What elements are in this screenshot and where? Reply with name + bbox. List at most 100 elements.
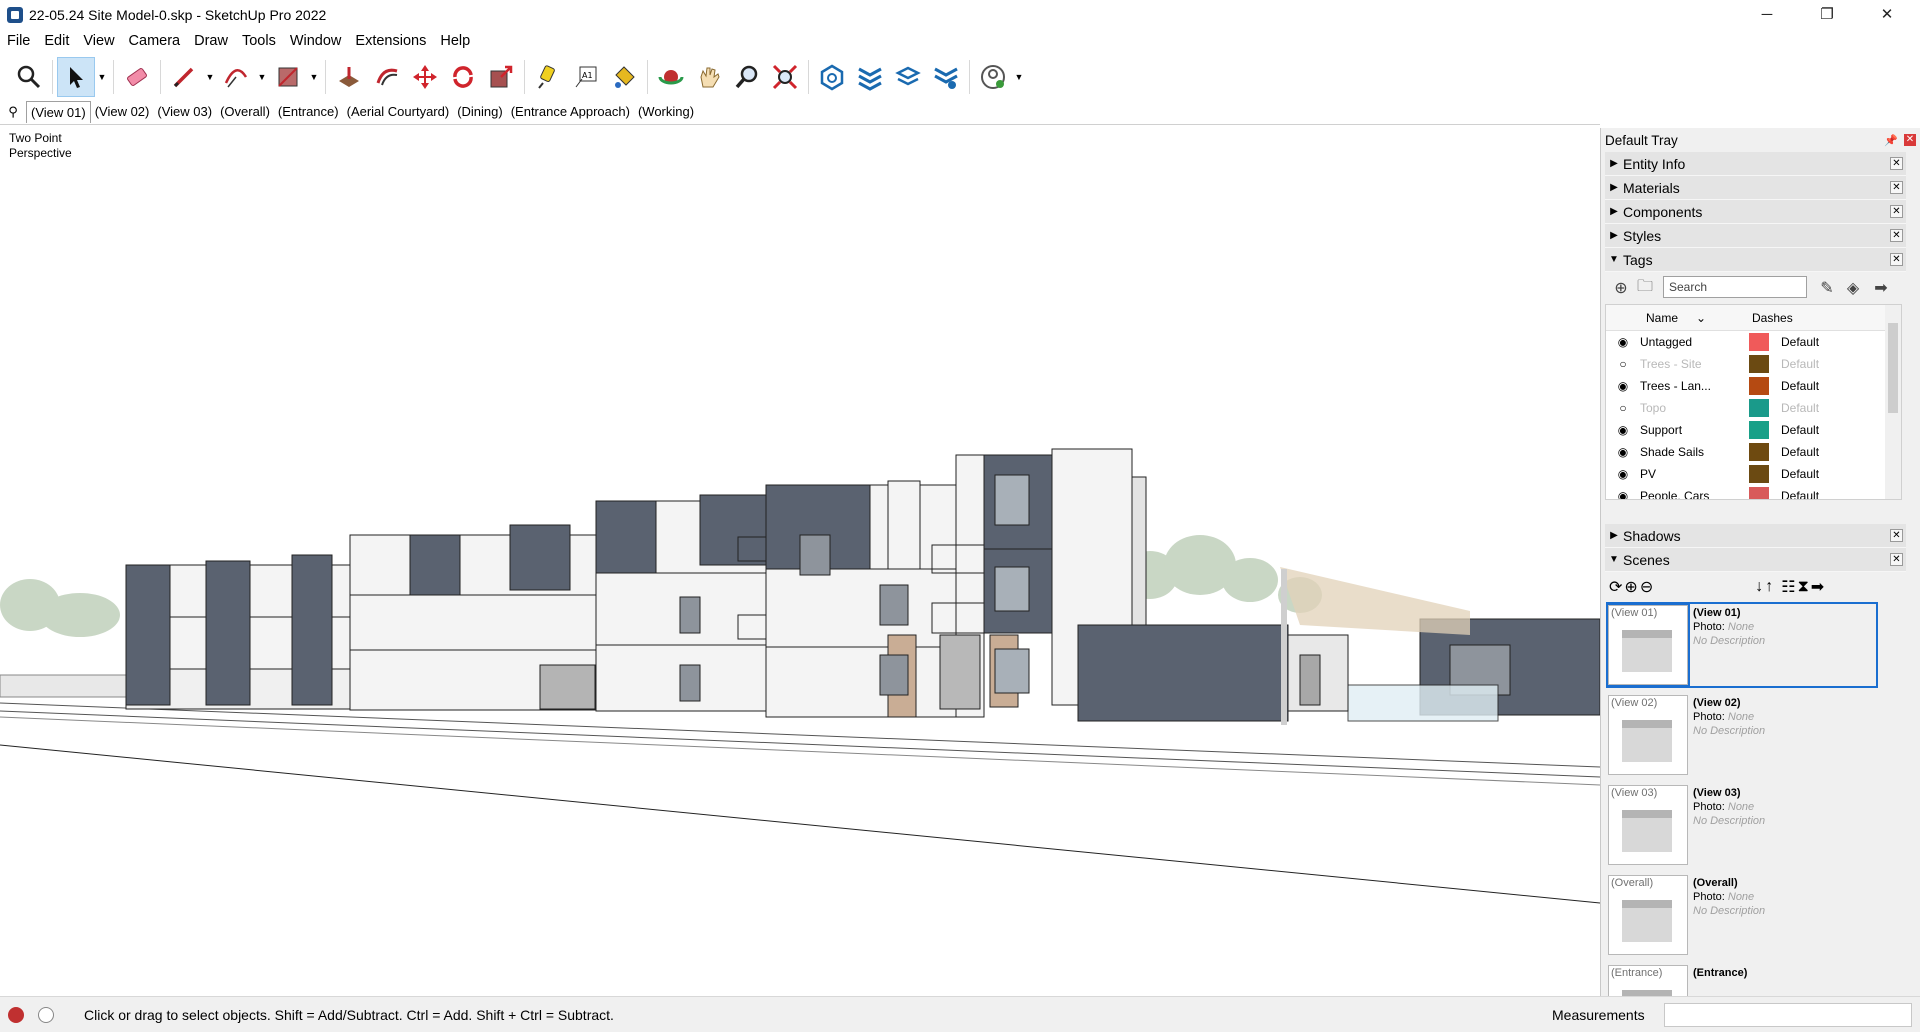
stack-icon[interactable]: [889, 57, 927, 97]
minimize-button[interactable]: ─: [1744, 0, 1790, 30]
move-scene-down-icon[interactable]: ↓: [1755, 578, 1763, 596]
zoom-icon[interactable]: [728, 57, 766, 97]
profile-icon[interactable]: [974, 57, 1012, 97]
scene-item[interactable]: (Entrance) (Entrance): [1605, 962, 1920, 996]
rectangle-icon[interactable]: [269, 57, 307, 97]
tags-search-input[interactable]: Search: [1663, 276, 1807, 298]
scene-search-icon[interactable]: ⚲: [0, 104, 26, 120]
select-tool-icon[interactable]: [57, 57, 95, 97]
tag-dash[interactable]: Default: [1781, 335, 1819, 349]
pan-hand-icon[interactable]: [690, 57, 728, 97]
tag-row[interactable]: ◉ Untagged Default: [1606, 331, 1901, 353]
arc-icon[interactable]: [217, 57, 255, 97]
menu-file[interactable]: File: [0, 33, 37, 49]
eye-visible-icon[interactable]: ◉: [1606, 379, 1640, 393]
tag-color-swatch[interactable]: [1749, 443, 1769, 461]
tag-row[interactable]: ○ Trees - Site Default: [1606, 353, 1901, 375]
scene-item[interactable]: (View 03) (View 03) Photo: None No Descript…: [1605, 782, 1920, 872]
tags-col-dashes[interactable]: Dashes: [1752, 311, 1793, 325]
menu-window[interactable]: Window: [283, 33, 349, 49]
layers-icon[interactable]: [851, 57, 889, 97]
menu-camera[interactable]: Camera: [122, 33, 188, 49]
scene-tab-view-03[interactable]: (View 03): [153, 101, 216, 123]
refresh-scene-icon[interactable]: ⟳: [1609, 577, 1622, 597]
eye-visible-icon[interactable]: ◉: [1606, 445, 1640, 459]
move-scene-up-icon[interactable]: ↑: [1765, 578, 1773, 596]
search-icon[interactable]: [10, 57, 48, 97]
add-scene-icon[interactable]: ⊕: [1624, 577, 1637, 597]
add-tag-icon[interactable]: ⊕: [1609, 276, 1633, 300]
panel-close-icon[interactable]: ✕: [1890, 529, 1903, 542]
panel-close-icon[interactable]: ✕: [1890, 157, 1903, 170]
menu-view[interactable]: View: [76, 33, 121, 49]
scene-thumbnail[interactable]: (View 03): [1608, 785, 1688, 865]
scene-tab-dining[interactable]: (Dining): [453, 101, 507, 123]
tape-measure-icon[interactable]: [529, 57, 567, 97]
menu-extensions[interactable]: Extensions: [348, 33, 433, 49]
eye-visible-icon[interactable]: ◉: [1606, 335, 1640, 349]
menu-help[interactable]: Help: [433, 33, 477, 49]
panel-close-icon[interactable]: ✕: [1890, 553, 1903, 566]
offset-icon[interactable]: [368, 57, 406, 97]
scene-tab-working[interactable]: (Working): [634, 101, 698, 123]
scene-tab-overall[interactable]: (Overall): [216, 101, 274, 123]
eye-visible-icon[interactable]: ◉: [1606, 423, 1640, 437]
scene-thumbnail[interactable]: (View 01): [1606, 603, 1690, 687]
tag-color-swatch[interactable]: [1749, 487, 1769, 499]
move-icon[interactable]: [406, 57, 444, 97]
tag-color-swatch[interactable]: [1749, 355, 1769, 373]
panel-close-icon[interactable]: ✕: [1890, 181, 1903, 194]
tag-row[interactable]: ◉ People, Cars Default: [1606, 485, 1901, 499]
pin-icon[interactable]: 📌: [1884, 134, 1898, 147]
panel-scenes[interactable]: ▼ Scenes ✕: [1605, 548, 1906, 572]
scene-thumbnail[interactable]: (Overall): [1608, 875, 1688, 955]
model-viewport[interactable]: Two Point Perspective: [0, 124, 1600, 996]
tag-dash[interactable]: Default: [1781, 379, 1819, 393]
remove-scene-icon[interactable]: ⊖: [1640, 577, 1653, 597]
panel-tags[interactable]: ▼ Tags ✕: [1605, 248, 1906, 272]
eye-visible-icon[interactable]: ◉: [1606, 467, 1640, 481]
component-icon[interactable]: [813, 57, 851, 97]
panel-styles[interactable]: ▶ Styles ✕: [1605, 224, 1906, 248]
tag-tool-icon[interactable]: ✎: [1815, 276, 1839, 300]
scene-filter-icon[interactable]: ⧗: [1798, 578, 1809, 596]
pencil-icon[interactable]: [165, 57, 203, 97]
scene-tab-view-02[interactable]: (View 02): [91, 101, 154, 123]
panel-components[interactable]: ▶ Components ✕: [1605, 200, 1906, 224]
tag-dash[interactable]: Default: [1781, 401, 1819, 415]
panel-close-icon[interactable]: ✕: [1890, 253, 1903, 266]
scene-thumbnail[interactable]: (Entrance): [1608, 965, 1688, 996]
sort-chevron-icon[interactable]: ⌄: [1696, 311, 1726, 325]
tag-dash[interactable]: Default: [1781, 445, 1819, 459]
tag-color-swatch[interactable]: [1749, 421, 1769, 439]
tray-close-icon[interactable]: ✕: [1904, 134, 1916, 146]
pencil-dropdown-icon[interactable]: ▼: [203, 57, 217, 97]
scene-thumbnail[interactable]: (View 02): [1608, 695, 1688, 775]
tag-dash[interactable]: Default: [1781, 357, 1819, 371]
eraser-icon[interactable]: [118, 57, 156, 97]
color-by-tag-icon[interactable]: ◈: [1841, 276, 1865, 300]
tag-row[interactable]: ○ Topo Default: [1606, 397, 1901, 419]
scale-icon[interactable]: [482, 57, 520, 97]
menu-tools[interactable]: Tools: [235, 33, 283, 49]
tags-scrollbar[interactable]: [1885, 305, 1901, 499]
rectangle-dropdown-icon[interactable]: ▼: [307, 57, 321, 97]
scene-details-arrow-icon[interactable]: ➡: [1811, 577, 1824, 597]
panel-close-icon[interactable]: ✕: [1890, 205, 1903, 218]
tags-col-name[interactable]: Name: [1646, 311, 1696, 325]
scene-tab-view-01[interactable]: (View 01): [26, 101, 91, 123]
settings-gear-icon[interactable]: [927, 57, 965, 97]
panel-entity-info[interactable]: ▶ Entity Info ✕: [1605, 152, 1906, 176]
eye-hidden-icon[interactable]: ○: [1606, 357, 1640, 371]
scene-item[interactable]: (View 02) (View 02) Photo: None No Descript…: [1605, 692, 1920, 782]
profile-dropdown-icon[interactable]: ▼: [1012, 57, 1026, 97]
details-arrow-icon[interactable]: ➡: [1869, 276, 1893, 300]
tag-dash[interactable]: Default: [1781, 467, 1819, 481]
geo-location-icon[interactable]: [8, 1006, 24, 1023]
tag-color-swatch[interactable]: [1749, 399, 1769, 417]
scene-tab-aerial-courtyard[interactable]: (Aerial Courtyard): [343, 101, 454, 123]
tag-color-swatch[interactable]: [1749, 377, 1769, 395]
tag-row[interactable]: ◉ Support Default: [1606, 419, 1901, 441]
tag-color-swatch[interactable]: [1749, 333, 1769, 351]
menu-draw[interactable]: Draw: [187, 33, 235, 49]
